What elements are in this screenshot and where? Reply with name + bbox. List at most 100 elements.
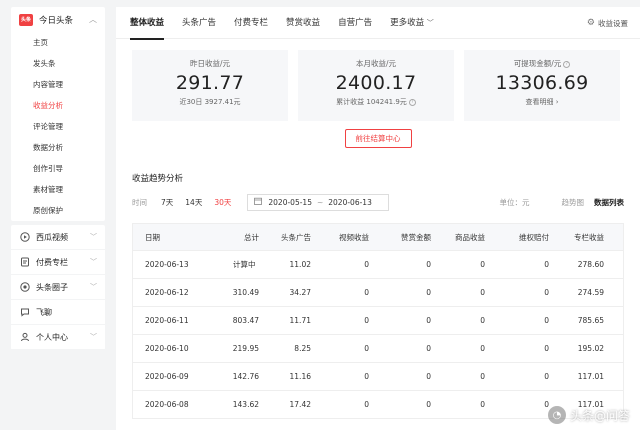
help-icon[interactable]: ? xyxy=(408,98,416,106)
cell-toutiao-ads: 34.27 xyxy=(289,288,311,297)
range-option-30d[interactable]: 30天 xyxy=(214,197,231,208)
table-row: 2020-06-12 310.49 34.27 0 0 0 0 274.59 xyxy=(133,278,623,306)
sidebar-item-comments[interactable]: 评论管理 xyxy=(11,116,105,137)
card-value: 2400.17 xyxy=(335,72,417,94)
gear-icon: ⚙ xyxy=(586,18,595,28)
trend-right-controls: 单位：元 趋势图 数据列表 xyxy=(500,197,625,208)
cell-compensation: 0 xyxy=(544,288,549,297)
chat-icon xyxy=(19,307,30,318)
card-value: 13306.69 xyxy=(495,72,589,94)
help-icon[interactable]: ? xyxy=(563,60,571,68)
cell-goods: 0 xyxy=(480,344,485,353)
cell-date: 2020-06-09 xyxy=(145,372,189,381)
cell-goods: 0 xyxy=(480,260,485,269)
cell-goods: 0 xyxy=(480,316,485,325)
sidebar-group-label: 西瓜视频 xyxy=(36,232,68,242)
sidebar-group-circle[interactable]: 头条圈子 ﹀ xyxy=(11,275,105,300)
chevron-down-icon: ﹀ xyxy=(90,233,97,241)
sidebar-group-xigua[interactable]: 西瓜视频 ﹀ xyxy=(11,225,105,250)
card-yesterday: 昨日收益/元 291.77 近30日 3927.41元 xyxy=(132,50,288,121)
cell-total: 142.76 xyxy=(232,372,259,381)
cell-total: 803.47 xyxy=(232,316,259,325)
revenue-tabs: 整体收益 头条广告 付费专栏 赞赏收益 自营广告 更多收益 ﹀ ⚙ 收益设置 xyxy=(116,7,640,40)
sidebar-item-guide[interactable]: 创作引导 xyxy=(11,158,105,179)
cell-total: 143.62 xyxy=(232,400,259,409)
cell-total: 219.95 xyxy=(232,344,259,353)
date-range-picker[interactable]: 2020-05-15 ~ 2020-06-13 xyxy=(247,193,389,211)
unit-label: 单位：元 xyxy=(499,197,530,207)
tab-self-ads[interactable]: 自营广告 xyxy=(338,7,372,39)
settings-label: 收益设置 xyxy=(598,18,628,28)
table-row: 2020-06-09 142.76 11.16 0 0 0 0 117.01 xyxy=(133,362,623,390)
cell-column: 785.65 xyxy=(577,316,604,325)
tab-paid-column[interactable]: 付费专栏 xyxy=(234,7,268,39)
tab-toutiao-ads[interactable]: 头条广告 xyxy=(182,7,216,39)
chevron-down-icon: ﹀ xyxy=(90,333,97,341)
settle-wrap: 前往结算中心 xyxy=(116,129,640,148)
cell-video: 0 xyxy=(364,372,369,381)
cell-date: 2020-06-10 xyxy=(145,344,189,353)
view-chart-toggle[interactable]: 趋势图 xyxy=(562,197,585,208)
sidebar: 头条 今日头条 ︿ 主页 发头条 内容管理 收益分析 评论管理 数据分析 创作引… xyxy=(11,7,105,354)
sidebar-item-home[interactable]: 主页 xyxy=(11,32,105,53)
card-this-month: 本月收益/元 2400.17 累计收益 104241.9元? xyxy=(298,50,454,121)
cell-column: 195.02 xyxy=(577,344,604,353)
range-option-7d[interactable]: 7天 xyxy=(161,197,173,208)
card-label: 可提现金额/元 xyxy=(513,59,562,68)
cell-tips: 0 xyxy=(426,260,431,269)
sidebar-item-publish[interactable]: 发头条 xyxy=(11,53,105,74)
sidebar-item-revenue[interactable]: 收益分析 xyxy=(11,95,105,116)
header-date: 日期 xyxy=(145,232,160,242)
calendar-icon xyxy=(254,197,263,207)
sidebar-group-label: 付费专栏 xyxy=(36,257,68,267)
cell-compensation: 0 xyxy=(544,372,549,381)
card-sub: 近30日 3927.41元 xyxy=(179,98,241,106)
cell-column: 117.01 xyxy=(577,372,604,381)
sidebar-item-materials[interactable]: 素材管理 xyxy=(11,179,105,200)
time-label: 时间 xyxy=(132,197,147,207)
tab-tip-revenue[interactable]: 赞赏收益 xyxy=(286,7,320,39)
tab-more-revenue[interactable]: 更多收益 ﹀ xyxy=(390,7,434,39)
cell-total: 计算中 xyxy=(233,260,256,269)
date-from: 2020-05-15 xyxy=(268,197,312,207)
circle-icon xyxy=(19,282,30,293)
sidebar-item-original[interactable]: 原创保护 xyxy=(11,200,105,221)
revenue-settings-link[interactable]: ⚙ 收益设置 xyxy=(587,7,628,39)
chevron-down-icon: ﹀ xyxy=(90,283,97,291)
date-separator: ~ xyxy=(316,197,324,207)
cell-video: 0 xyxy=(364,400,369,409)
view-table-toggle[interactable]: 数据列表 xyxy=(594,197,624,208)
table-row: 2020-06-11 803.47 11.71 0 0 0 0 785.65 xyxy=(133,306,623,334)
cell-tips: 0 xyxy=(426,400,431,409)
sidebar-head-title: 今日头条 xyxy=(39,15,74,26)
cell-toutiao-ads: 11.16 xyxy=(289,372,311,381)
sidebar-group-paid-column[interactable]: 付费专栏 ﹀ xyxy=(11,250,105,275)
cell-tips: 0 xyxy=(426,316,431,325)
cell-tips: 0 xyxy=(426,344,431,353)
table-row: 2020-06-10 219.95 8.25 0 0 0 0 195.02 xyxy=(133,334,623,362)
view-details-link[interactable]: 查看明细 › xyxy=(464,97,620,107)
trend-filters: 时间 7天 14天 30天 2020-05-15 ~ 2020-06-13 单位… xyxy=(132,193,625,211)
header-total: 总计 xyxy=(244,232,259,242)
sidebar-head-toutiao[interactable]: 头条 今日头条 ︿ xyxy=(11,7,105,32)
cell-video: 0 xyxy=(364,260,369,269)
toutiao-logo: 头条 xyxy=(19,13,33,26)
sidebar-group-label: 飞聊 xyxy=(36,307,52,317)
header-column: 专栏收益 xyxy=(574,232,604,242)
tab-overall-revenue[interactable]: 整体收益 xyxy=(130,7,165,40)
range-option-14d[interactable]: 14天 xyxy=(185,197,202,208)
main-panel: 整体收益 头条广告 付费专栏 赞赏收益 自营广告 更多收益 ﹀ ⚙ 收益设置 昨… xyxy=(116,7,640,430)
card-label: 昨日收益/元 xyxy=(189,59,231,68)
sidebar-group-feiliao[interactable]: 飞聊 xyxy=(11,300,105,325)
cell-goods: 0 xyxy=(480,400,485,409)
settlement-center-button[interactable]: 前往结算中心 xyxy=(344,129,412,148)
sidebar-item-content[interactable]: 内容管理 xyxy=(11,74,105,95)
cell-date: 2020-06-08 xyxy=(145,400,189,409)
cell-tips: 0 xyxy=(426,372,431,381)
card-sub-wrap: 累计收益 104241.9元? xyxy=(298,97,454,107)
sidebar-group-profile[interactable]: 个人中心 ﹀ xyxy=(11,325,105,350)
sidebar-item-data[interactable]: 数据分析 xyxy=(11,137,105,158)
cell-toutiao-ads: 17.42 xyxy=(289,400,311,409)
header-compensation: 维权赔付 xyxy=(519,232,549,242)
watermark-logo-icon: ◔ xyxy=(547,406,566,424)
